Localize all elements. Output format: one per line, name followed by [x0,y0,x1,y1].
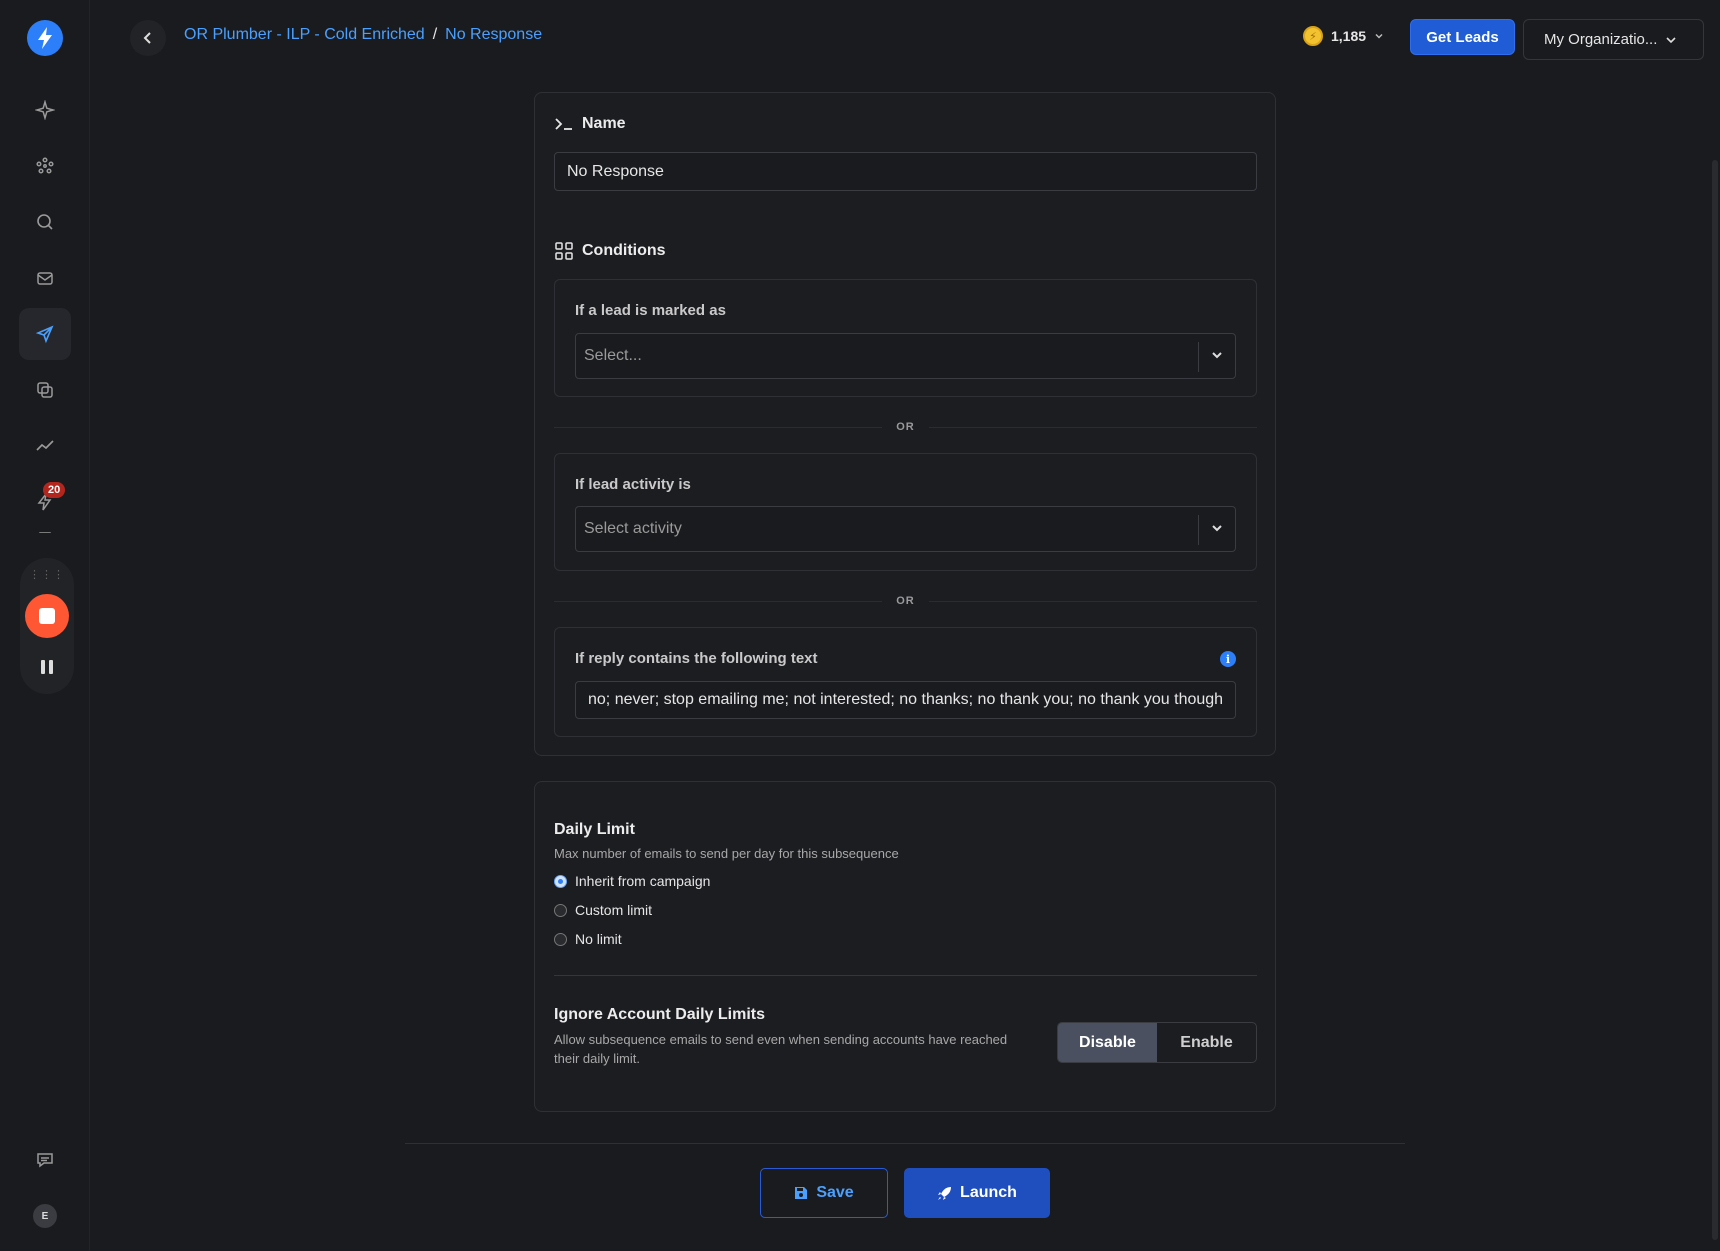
organization-dropdown[interactable]: My Organizatio... [1523,19,1704,60]
activity-select[interactable]: Select activity [575,506,1236,552]
get-leads-button[interactable]: Get Leads [1410,19,1515,55]
chevron-down-icon [1375,33,1383,39]
radio-label: No limit [575,931,622,947]
sidebar-item-feedback[interactable] [19,1134,71,1186]
or-label: OR [896,421,915,433]
activity-placeholder: Select activity [584,520,682,537]
section-divider [554,975,1257,976]
reply-condition: If reply contains the following text i n… [554,627,1257,737]
credits-value: 1,185 [1331,28,1367,44]
stop-recording-button[interactable] [25,594,69,638]
conditions-label: Conditions [582,242,666,259]
chevron-left-icon [143,32,151,44]
daily-limit-description: Max number of emails to send per day for… [554,846,899,861]
reply-text-input[interactable]: no; never; stop emailing me; not interes… [575,681,1236,719]
chevron-down-icon [1212,525,1222,532]
or-divider: OR [554,417,1257,437]
marked-as-label: If a lead is marked as [575,302,726,319]
coin-icon: ⚡ [1303,26,1323,46]
or-divider: OR [554,591,1257,611]
conditions-section-title: Conditions [554,241,666,261]
select-divider [1198,515,1199,545]
daily-limit-title: Daily Limit [554,821,635,838]
sidebar-item-notifications[interactable] [19,532,71,554]
launch-label: Launch [960,1184,1017,1201]
radio-custom[interactable]: Custom limit [554,902,652,918]
sidebar-item-templates[interactable] [19,364,71,416]
radio-no-limit[interactable]: No limit [554,931,622,947]
credits-dropdown[interactable]: ⚡ 1,185 [1303,26,1384,46]
activity-condition: If lead activity is Select activity [554,453,1257,571]
launch-button[interactable]: Launch [904,1168,1050,1218]
info-icon[interactable]: i [1220,651,1236,667]
name-label: Name [582,115,626,132]
network-icon [36,157,54,174]
save-icon [795,1187,808,1199]
chevron-down-icon [1666,36,1676,43]
app-logo[interactable] [27,20,63,56]
or-label: OR [896,595,915,607]
sparkle-icon [35,100,55,120]
radio-label: Custom limit [575,902,653,918]
marked-as-select[interactable]: Select... [575,333,1236,379]
activity-label: If lead activity is [575,476,691,493]
sidebar: 20 ⋮⋮⋮ E [0,0,90,1251]
subsequence-settings-card: Name No Response Conditions If a lead is… [534,92,1276,756]
organization-label: My Organizatio... [1544,31,1658,48]
ignore-limits-description: Allow subsequence emails to send even wh… [554,1032,1008,1066]
sidebar-item-ai[interactable] [19,84,71,136]
search-icon [37,214,53,230]
ignore-limits-toggle: Disable Enable [1057,1022,1257,1063]
send-icon [35,325,54,344]
save-button[interactable]: Save [760,1168,888,1218]
disable-option[interactable]: Disable [1058,1023,1157,1062]
lightning-logo-icon [38,27,52,49]
sidebar-item-network[interactable] [19,140,71,192]
breadcrumb-separator: / [432,26,438,43]
analytics-icon [36,440,54,451]
name-section-title: Name [554,115,626,133]
back-button[interactable] [130,20,166,56]
enable-option[interactable]: Enable [1157,1023,1256,1062]
sidebar-item-automations[interactable]: 20 [19,476,71,528]
notification-badge: 20 [43,482,66,498]
radio-inherit[interactable]: Inherit from campaign [554,873,710,889]
pause-icon [41,660,45,674]
select-divider [1198,342,1199,372]
drag-handle-icon[interactable]: ⋮⋮⋮ [20,568,74,581]
terminal-icon [555,118,572,130]
radio-button-selected[interactable] [554,874,567,888]
marked-as-condition: If a lead is marked as Select... [554,279,1257,397]
breadcrumb-current[interactable]: No Response [445,26,542,44]
sidebar-item-search[interactable] [19,196,71,248]
sidebar-item-inbox[interactable] [19,252,71,304]
save-label: Save [816,1184,854,1201]
pause-button[interactable] [20,660,74,674]
radio-button[interactable] [554,903,567,917]
chevron-down-icon [1212,352,1222,359]
mail-icon [37,272,53,285]
breadcrumb-campaign-link[interactable]: OR Plumber - ILP - Cold Enriched [184,26,425,44]
copy-icon [37,382,53,398]
footer-divider [405,1143,1405,1144]
marked-as-placeholder: Select... [584,347,642,364]
breadcrumb: OR Plumber - ILP - Cold Enriched / No Re… [184,26,542,44]
sidebar-item-analytics[interactable] [19,420,71,472]
daily-limit-card: Daily Limit Max number of emails to send… [534,781,1276,1112]
recording-widget: ⋮⋮⋮ [20,558,74,694]
radio-label: Inherit from campaign [575,873,711,889]
radio-button[interactable] [554,932,567,946]
name-input[interactable]: No Response [554,152,1257,191]
bell-icon [39,532,51,533]
reply-label: If reply contains the following text [575,650,818,667]
ignore-limits-title: Ignore Account Daily Limits [554,1006,765,1023]
avatar[interactable]: E [33,1204,57,1228]
chat-icon [37,1153,53,1168]
grid-icon [555,242,573,260]
stop-icon [39,608,55,624]
sidebar-item-campaigns[interactable] [19,308,71,360]
scrollbar[interactable] [1712,160,1718,1240]
rocket-icon [938,1186,952,1200]
